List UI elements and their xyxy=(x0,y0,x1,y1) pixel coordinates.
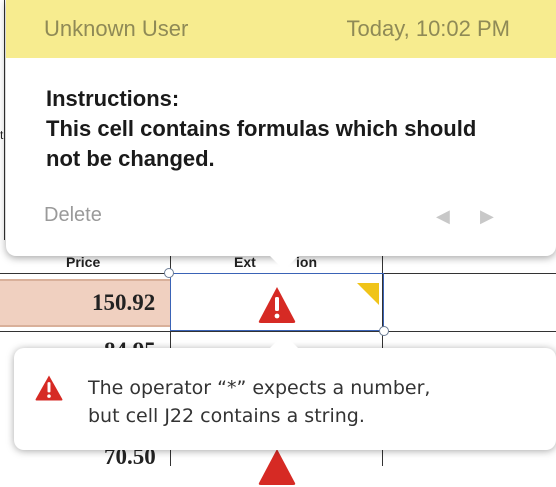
previous-comment-icon[interactable]: ◀ xyxy=(436,206,450,227)
comment-line: This cell contains formulas which should xyxy=(46,116,477,141)
next-comment-icon[interactable]: ▶ xyxy=(480,206,494,227)
popover-pointer xyxy=(270,256,298,270)
price-value[interactable]: 150.92 xyxy=(92,290,155,316)
comment-author: Unknown User xyxy=(44,16,189,41)
formula-error-popover: The operator “*” expects a number, but c… xyxy=(14,334,556,450)
comment-timestamp: Today, 10:02 PM xyxy=(346,16,510,41)
selection-handle-top-left[interactable] xyxy=(164,268,174,278)
column-divider xyxy=(4,0,5,240)
delete-comment-button[interactable]: Delete xyxy=(44,204,102,227)
comment-line: Instructions: xyxy=(46,86,180,111)
comment-indicator-icon[interactable] xyxy=(357,283,379,305)
comment-body[interactable]: Instructions: This cell contains formula… xyxy=(46,84,526,174)
column-header-price[interactable]: Price xyxy=(66,254,100,270)
selection-handle-bottom-right[interactable] xyxy=(379,326,389,336)
warning-icon xyxy=(35,375,63,401)
row-divider xyxy=(0,331,556,332)
comment-line: not be changed. xyxy=(46,146,215,171)
comment-header: Unknown User Today, 10:02 PM xyxy=(6,0,556,58)
error-line: The operator “*” expects a number, xyxy=(88,377,431,399)
warning-icon[interactable] xyxy=(257,285,297,325)
column-header-extension[interactable]: Ext xyxy=(234,254,256,270)
warning-icon[interactable] xyxy=(257,447,297,487)
column-header-extension-end: ion xyxy=(296,254,317,270)
error-message: The operator “*” expects a number, but c… xyxy=(88,374,528,430)
comment-popover: Unknown User Today, 10:02 PM Instruction… xyxy=(6,0,556,270)
error-line: but cell J22 contains a string. xyxy=(88,405,365,427)
popover-pointer xyxy=(270,334,298,348)
cut-off-cell-text: t xyxy=(0,128,4,142)
